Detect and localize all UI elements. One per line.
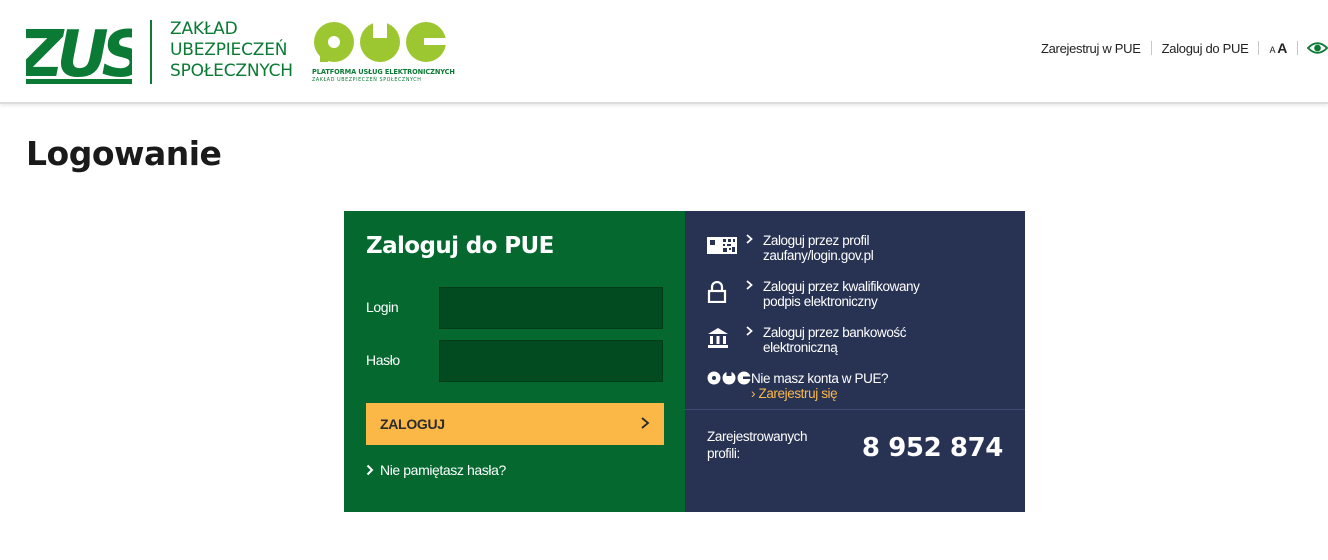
eye-icon (1307, 42, 1328, 54)
login-input[interactable] (439, 287, 663, 329)
chevron-right-icon (366, 464, 374, 476)
forgot-password-label: Nie pamiętasz hasła? (380, 462, 506, 478)
password-label: Hasło (366, 352, 400, 368)
login-panel: Zaloguj do PUE Login Hasło ZALOGUJ Nie p… (344, 211, 1025, 512)
option-label-line: podpis elektroniczny (763, 294, 878, 309)
pue-subtitle-org: ZAKŁAD UBEZPIECZEŃ SPOŁECZNYCH (312, 78, 422, 83)
font-big-button[interactable]: A (1277, 40, 1287, 56)
pue-subtitle: PLATFORMA USŁUG ELEKTRONICZNYCH (312, 68, 455, 76)
option-label-line: Zaloguj przez bankowość (763, 325, 907, 340)
panel-divider (685, 409, 1025, 410)
login-form-title: Zaloguj do PUE (366, 233, 554, 259)
zus-logo-text: ZUS (26, 18, 132, 84)
option-label-line: elektroniczną (763, 340, 838, 355)
login-label: Login (366, 299, 399, 315)
login-submit-button[interactable]: ZALOGUJ (366, 403, 664, 445)
chevron-right-icon (746, 280, 753, 290)
register-link-panel[interactable]: › Zarejestruj się (751, 386, 888, 401)
alternative-login: Zaloguj przez profil zaufany/login.gov.p… (685, 211, 1025, 512)
organization-name: ZAKŁAD UBEZPIECZEŃ SPOŁECZNYCH (170, 19, 293, 82)
font-small-button[interactable]: A (1269, 45, 1275, 55)
font-size-switcher: A A (1259, 40, 1297, 56)
page-title: Logowanie (26, 134, 222, 173)
option-label-line: Zaloguj przez kwalifikowany (763, 279, 920, 294)
high-contrast-button[interactable] (1298, 41, 1328, 55)
login-submit-label: ZALOGUJ (380, 416, 445, 432)
chevron-right-icon (746, 326, 753, 336)
chevron-right-icon (641, 417, 650, 429)
org-name-line: UBEZPIECZEŃ (170, 40, 288, 60)
logo-divider (150, 20, 152, 84)
login-trusted-profile-option[interactable]: Zaloguj przez profil zaufany/login.gov.p… (707, 233, 874, 263)
chevron-right-icon (746, 234, 753, 244)
zus-logo[interactable]: ZUS (26, 18, 132, 84)
chevron-right-icon: › (751, 386, 756, 401)
org-name-line: ZAKŁAD (170, 19, 238, 39)
login-qualified-signature-option[interactable]: Zaloguj przez kwalifikowany podpis elekt… (707, 279, 920, 309)
no-account-text: Nie masz konta w PUE? (751, 371, 889, 386)
option-label-line: zaufany/login.gov.pl (763, 248, 874, 263)
registered-label-line: profili: (707, 446, 740, 461)
qr-profile-icon (707, 233, 745, 259)
option-label-line: Zaloguj przez profil (763, 233, 870, 248)
login-bank-option[interactable]: Zaloguj przez bankowość elektroniczną (707, 325, 907, 355)
no-account-section: Nie masz konta w PUE? › Zarejestruj się (707, 371, 889, 401)
org-name-line: SPOŁECZNYCH (170, 61, 293, 81)
registered-label-line: Zarejestrowanych (707, 429, 808, 444)
lock-icon (707, 279, 745, 305)
login-link[interactable]: Zaloguj do PUE (1152, 41, 1259, 56)
top-navigation: Zarejestruj w PUE Zaloguj do PUE A A (1031, 38, 1328, 58)
forgot-password-link[interactable]: Nie pamiętasz hasła? (366, 462, 506, 478)
registered-profiles-count: 8 952 874 (861, 433, 1004, 463)
bank-icon (707, 325, 745, 351)
site-header: ZUS ZAKŁAD UBEZPIECZEŃ SPOŁECZNYCH PLATF… (0, 0, 1328, 104)
password-input[interactable] (439, 340, 663, 382)
register-link[interactable]: Zarejestruj w PUE (1031, 41, 1151, 56)
login-form: Zaloguj do PUE Login Hasło ZALOGUJ Nie p… (344, 211, 685, 512)
registered-profiles-label: Zarejestrowanych profili: (707, 428, 847, 462)
register-link-label: Zarejestruj się (758, 386, 838, 401)
